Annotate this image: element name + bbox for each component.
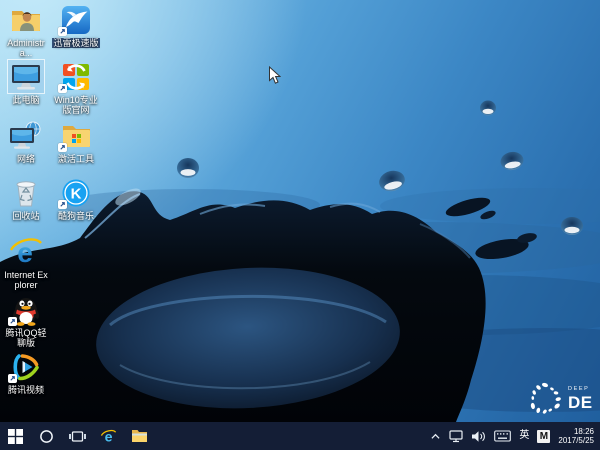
start-button[interactable] bbox=[0, 422, 31, 450]
cortana-circle-icon bbox=[40, 429, 53, 443]
desktop-icon-xunlei[interactable]: 迅雷极速版 bbox=[52, 3, 100, 48]
speaker-icon bbox=[472, 430, 486, 442]
shortcut-arrow-badge bbox=[58, 84, 67, 93]
icon-label: Win10专业版官网 bbox=[54, 95, 98, 115]
deepin-brand-large: DE bbox=[568, 392, 593, 412]
ie-taskbar-icon: e bbox=[100, 429, 117, 445]
icon-label: 迅雷极速版 bbox=[52, 38, 100, 48]
touch-keyboard-icon[interactable] bbox=[490, 422, 515, 450]
icon-label: 此电脑 bbox=[12, 95, 40, 105]
shortcut-arrow-badge bbox=[8, 317, 17, 326]
deepin-swirl-icon bbox=[530, 382, 561, 414]
tray-expand-button[interactable] bbox=[426, 422, 445, 450]
volume-tray-icon[interactable] bbox=[468, 422, 490, 450]
task-view-button[interactable] bbox=[62, 422, 93, 450]
shortcut-arrow-badge bbox=[58, 27, 67, 36]
icon-label: 激活工具 bbox=[57, 154, 94, 164]
icon-label: Internet Explorer bbox=[4, 270, 48, 290]
taskbar-internet-explorer[interactable]: e bbox=[93, 422, 124, 450]
ethernet-network-icon bbox=[449, 429, 464, 442]
desktop-icon-qq-light[interactable]: 腾讯QQ轻聊版 bbox=[2, 293, 50, 348]
windows-logo-icon bbox=[8, 428, 23, 444]
chevron-up-icon bbox=[431, 433, 440, 439]
desktop-icon-internet-explorer[interactable]: e Internet Explorer bbox=[2, 235, 50, 290]
desktop-icon-recycle-bin[interactable]: 回收站 bbox=[2, 176, 50, 221]
desktop-icon-administrator-folder[interactable]: Administra... bbox=[2, 3, 50, 58]
screen: DEEP DE Administra... 此电脑 网络 回收站 e Inter… bbox=[0, 0, 600, 450]
desktop-icon-network[interactable]: 网络 bbox=[2, 119, 50, 164]
clock-time: 18:26 bbox=[573, 426, 594, 436]
clock-date: 2017/5/25 bbox=[558, 436, 594, 445]
icon-label: 腾讯视频 bbox=[7, 385, 44, 395]
mouse-cursor bbox=[269, 66, 281, 84]
language-indicator[interactable]: 英 bbox=[515, 422, 533, 450]
system-tray: 英 M 18:26 2017/5/25 bbox=[426, 422, 600, 450]
shortcut-arrow-badge bbox=[58, 200, 67, 209]
desktop-icon-kugou-music[interactable]: K 酷狗音乐 bbox=[52, 176, 100, 221]
user-folder-icon bbox=[12, 10, 40, 31]
taskbar-file-explorer[interactable] bbox=[124, 422, 155, 450]
deepin-brand-small: DEEP bbox=[568, 386, 590, 393]
search-button[interactable] bbox=[31, 422, 62, 450]
desktop-icon-this-pc[interactable]: 此电脑 bbox=[2, 59, 50, 105]
desktop-icon-tencent-video[interactable]: 腾讯视频 bbox=[2, 350, 50, 395]
icon-label: 腾讯QQ轻聊版 bbox=[5, 328, 47, 348]
task-view-icon bbox=[69, 430, 86, 442]
deepin-logo: DEEP DE bbox=[524, 377, 600, 421]
icon-label: 回收站 bbox=[12, 211, 40, 221]
taskbar: e 英 M 18:26 2017/5/25 bbox=[0, 422, 600, 450]
folder-icon bbox=[132, 430, 147, 442]
desktop[interactable]: DEEP DE Administra... 此电脑 网络 回收站 e Inter… bbox=[0, 0, 600, 422]
recycle-bin-icon bbox=[16, 180, 36, 206]
shortcut-arrow-badge bbox=[58, 143, 67, 152]
kugou-k-glyph: K bbox=[71, 185, 82, 202]
computer-icon bbox=[12, 64, 40, 89]
icon-label: 酷狗音乐 bbox=[57, 211, 94, 221]
network-tray-icon[interactable] bbox=[445, 422, 468, 450]
ime-mode-icon[interactable]: M bbox=[533, 422, 554, 450]
icon-label: Administra... bbox=[7, 38, 45, 58]
desktop-icon-activation-tools[interactable]: 激活工具 bbox=[52, 119, 100, 164]
ie-icon: e bbox=[9, 237, 42, 268]
shortcut-arrow-badge bbox=[8, 374, 17, 383]
taskbar-clock[interactable]: 18:26 2017/5/25 bbox=[554, 427, 600, 446]
network-icon bbox=[10, 121, 41, 149]
desktop-icon-win10-pro-site[interactable]: Win10专业版官网 bbox=[52, 60, 100, 115]
keyboard-icon bbox=[494, 430, 512, 442]
icon-label: 网络 bbox=[16, 154, 35, 164]
